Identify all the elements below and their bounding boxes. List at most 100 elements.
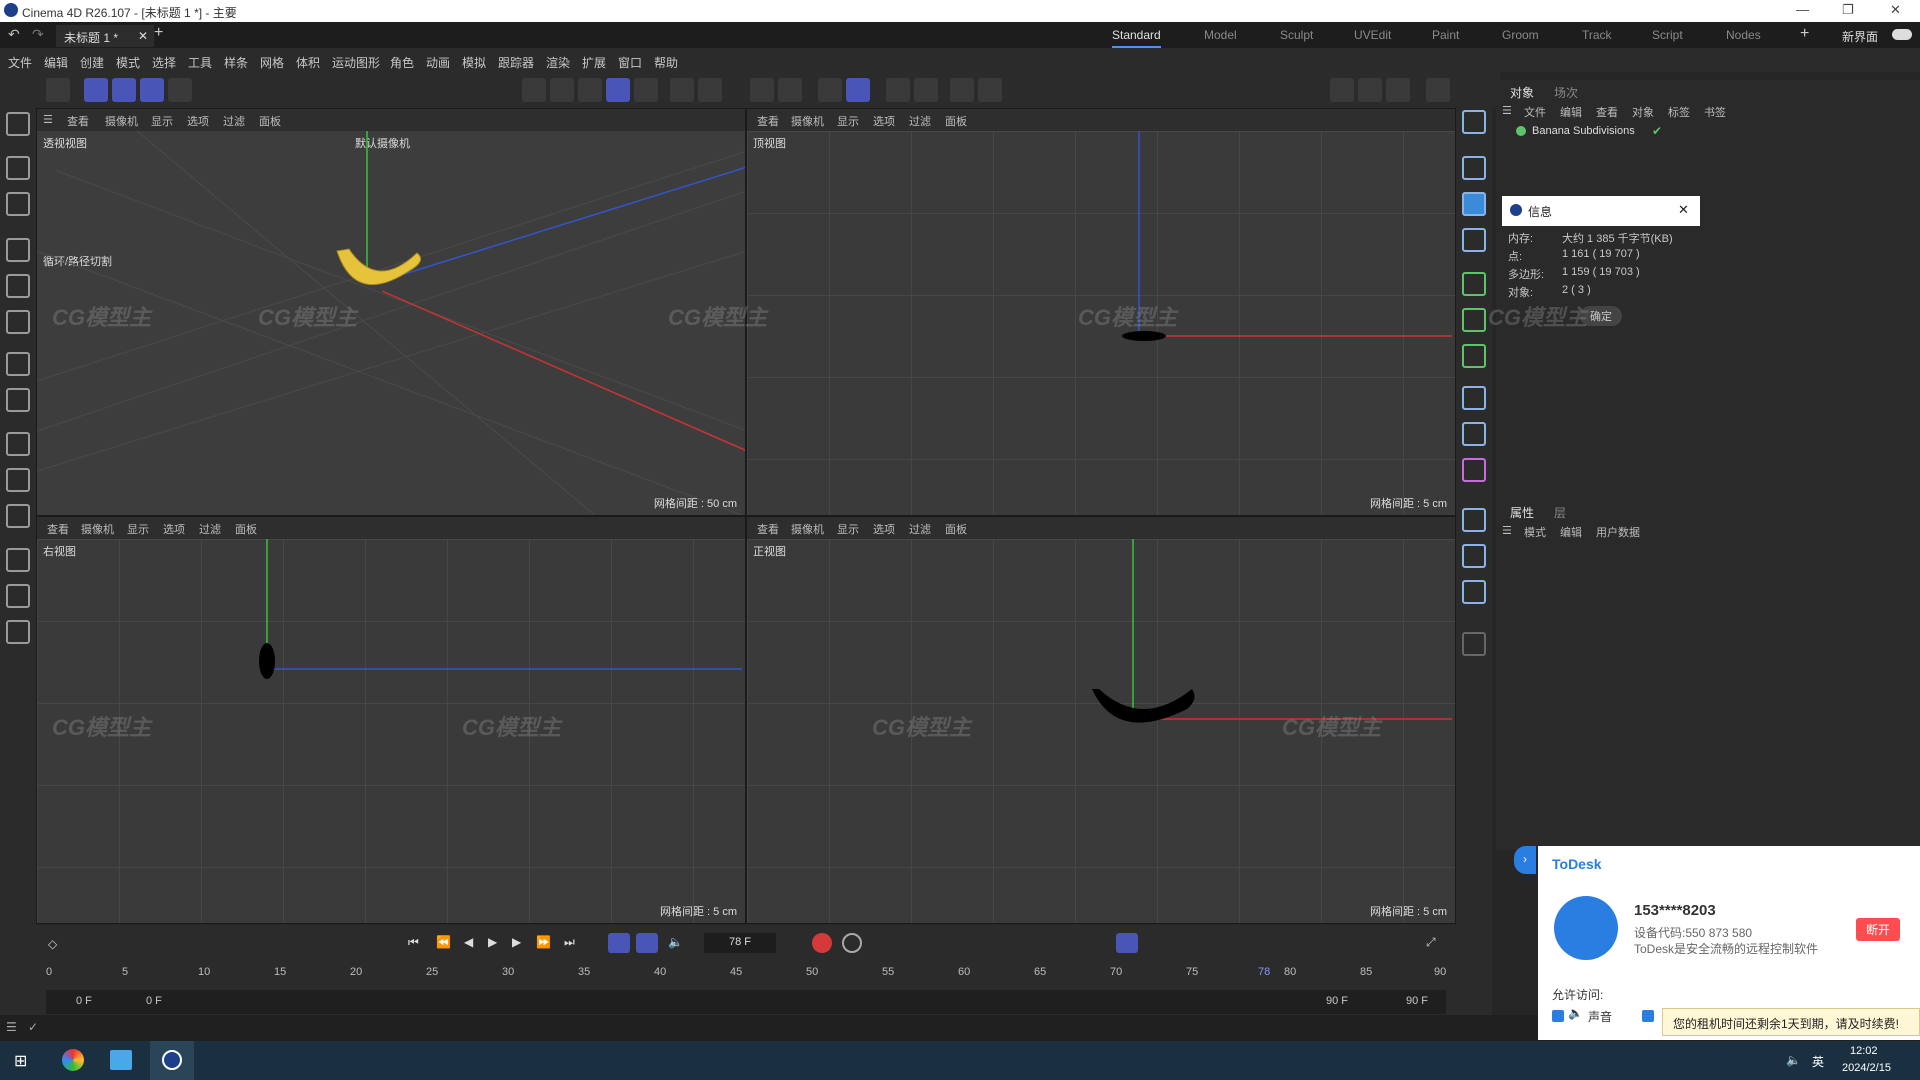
- live-select-icon[interactable]: [6, 192, 30, 216]
- menu-file[interactable]: 文件: [8, 54, 32, 71]
- banana-model[interactable]: [1092, 689, 1195, 723]
- layout-paint[interactable]: Paint: [1432, 28, 1459, 42]
- field-icon[interactable]: [1462, 386, 1486, 410]
- disconnect-button[interactable]: 断开: [1856, 918, 1901, 941]
- obj-menu-bookmarks[interactable]: 书签: [1704, 104, 1726, 120]
- minimize-button[interactable]: —: [1796, 2, 1809, 17]
- edges-mode-icon[interactable]: [550, 78, 574, 102]
- coordinate-system-icon[interactable]: [168, 78, 192, 102]
- hamburger-icon[interactable]: ☰: [1502, 104, 1512, 117]
- vp-menu-panel[interactable]: 面板: [259, 113, 281, 129]
- vp-menu-display[interactable]: 显示: [837, 113, 859, 129]
- start-icon[interactable]: ⊞: [14, 1051, 27, 1071]
- close-tab-icon[interactable]: ✕: [138, 29, 148, 43]
- enabled-check-icon[interactable]: ✔: [1652, 124, 1662, 138]
- sound-checkbox[interactable]: [1552, 1010, 1564, 1022]
- axis-x-icon[interactable]: [84, 78, 108, 102]
- prev-key-icon[interactable]: ⏪: [436, 935, 451, 949]
- spline-icon[interactable]: [1462, 422, 1486, 446]
- banana-model[interactable]: [1122, 331, 1166, 341]
- keyframe-icon[interactable]: ◇: [48, 937, 57, 951]
- light-icon[interactable]: [1462, 580, 1486, 604]
- menu-simulate[interactable]: 模拟: [462, 54, 486, 71]
- play-icon[interactable]: ▶: [488, 935, 497, 949]
- attr-menu-edit[interactable]: 编辑: [1560, 524, 1582, 540]
- twist-icon[interactable]: [6, 620, 30, 644]
- app-icon[interactable]: [110, 1050, 132, 1070]
- ime-indicator[interactable]: 英: [1812, 1053, 1824, 1070]
- vp-menu-filter[interactable]: 过滤: [223, 113, 245, 129]
- vp-menu-camera[interactable]: 摄像机: [105, 113, 138, 129]
- vp-menu-view[interactable]: 查看: [47, 521, 69, 537]
- undo-icon[interactable]: ↶: [8, 26, 20, 43]
- layout-track[interactable]: Track: [1582, 28, 1612, 42]
- cube-outline-icon[interactable]: [1462, 156, 1486, 180]
- cloner-icon[interactable]: [1462, 308, 1486, 332]
- current-frame-field[interactable]: 78 F: [704, 933, 776, 953]
- expiry-notice[interactable]: 您的租机时间还剩余1天到期，请及时续费!: [1662, 1008, 1920, 1036]
- polygons-mode-icon[interactable]: [578, 78, 602, 102]
- vp-menu-camera[interactable]: 摄像机: [791, 113, 824, 129]
- start-frame[interactable]: 0 F: [76, 995, 92, 1007]
- visibility-icon[interactable]: [950, 78, 974, 102]
- magnet-icon[interactable]: [750, 78, 774, 102]
- layout-nodes[interactable]: Nodes: [1726, 28, 1761, 42]
- layout-standard[interactable]: Standard: [1112, 28, 1161, 48]
- model-mode-icon[interactable]: [46, 78, 70, 102]
- new-interface-toggle[interactable]: [1892, 29, 1912, 40]
- attr-menu-mode[interactable]: 模式: [1524, 524, 1546, 540]
- menu-spline[interactable]: 样条: [224, 54, 248, 71]
- menu-render[interactable]: 渲染: [546, 54, 570, 71]
- layout-model[interactable]: Model: [1204, 28, 1237, 42]
- snap-icon[interactable]: [846, 78, 870, 102]
- vp-menu-display[interactable]: 显示: [151, 113, 173, 129]
- redo-icon[interactable]: ↷: [32, 26, 44, 43]
- environment-icon[interactable]: [1462, 508, 1486, 532]
- hamburger-icon[interactable]: ☰: [6, 1020, 17, 1034]
- layout-script[interactable]: Script: [1652, 28, 1683, 42]
- menu-tools[interactable]: 工具: [188, 54, 212, 71]
- vp-menu-filter[interactable]: 过滤: [199, 521, 221, 537]
- grid-snap-icon[interactable]: [818, 78, 842, 102]
- vp-menu-filter[interactable]: 过滤: [909, 113, 931, 129]
- subdivision-icon[interactable]: [1462, 272, 1486, 296]
- sound-icon[interactable]: 🔈: [668, 935, 683, 949]
- tab-objects[interactable]: 对象: [1510, 84, 1534, 101]
- browser-icon[interactable]: [62, 1049, 84, 1071]
- c4d-taskbar-button[interactable]: [150, 1041, 194, 1080]
- settings-icon[interactable]: [778, 78, 802, 102]
- camera-icon[interactable]: [1462, 544, 1486, 568]
- viewport-perspective[interactable]: ☰ 查看 摄像机 显示 选项 过滤 面板 透视视图 默认摄像机 循环/路径切割 …: [36, 108, 746, 516]
- obj-menu-file[interactable]: 文件: [1524, 104, 1546, 120]
- axis-z-icon[interactable]: [140, 78, 164, 102]
- knife-icon[interactable]: [6, 388, 30, 412]
- layout-uvedit[interactable]: UVEdit: [1354, 28, 1391, 42]
- vp-menu-options[interactable]: 选项: [873, 113, 895, 129]
- record-icon[interactable]: [812, 933, 832, 953]
- menu-tracker[interactable]: 跟踪器: [498, 54, 534, 71]
- text-icon[interactable]: [1462, 228, 1486, 252]
- vp-menu-display[interactable]: 显示: [127, 521, 149, 537]
- vp-menu-options[interactable]: 选项: [163, 521, 185, 537]
- tab-takes[interactable]: 场次: [1554, 84, 1578, 101]
- last-frame-icon[interactable]: ⏭: [564, 935, 575, 950]
- vp-menu-options[interactable]: 选项: [187, 113, 209, 129]
- render-region-icon[interactable]: [886, 78, 910, 102]
- vp-menu-camera[interactable]: 摄像机: [81, 521, 114, 537]
- smooth-icon[interactable]: [6, 584, 30, 608]
- sketch-icon[interactable]: [6, 468, 30, 492]
- menu-mograph[interactable]: 运动图形: [332, 54, 380, 71]
- vp-menu-camera[interactable]: 摄像机: [791, 521, 824, 537]
- settings-icon[interactable]: [842, 933, 862, 953]
- select-icon[interactable]: [6, 156, 30, 180]
- vp-menu-panel[interactable]: 面板: [945, 113, 967, 129]
- document-tab[interactable]: 未标题 1 * ✕: [56, 25, 154, 47]
- vp-menu-view[interactable]: 查看: [757, 113, 779, 129]
- tab-layers[interactable]: 层: [1554, 504, 1566, 521]
- close-icon[interactable]: ✕: [1678, 202, 1689, 218]
- points-mode-icon[interactable]: [522, 78, 546, 102]
- render-picture-icon[interactable]: [1358, 78, 1382, 102]
- loop-select-icon[interactable]: [6, 504, 30, 528]
- vp-menu-filter[interactable]: 过滤: [909, 521, 931, 537]
- object-row[interactable]: Banana Subdivisions ✔: [1502, 122, 1912, 142]
